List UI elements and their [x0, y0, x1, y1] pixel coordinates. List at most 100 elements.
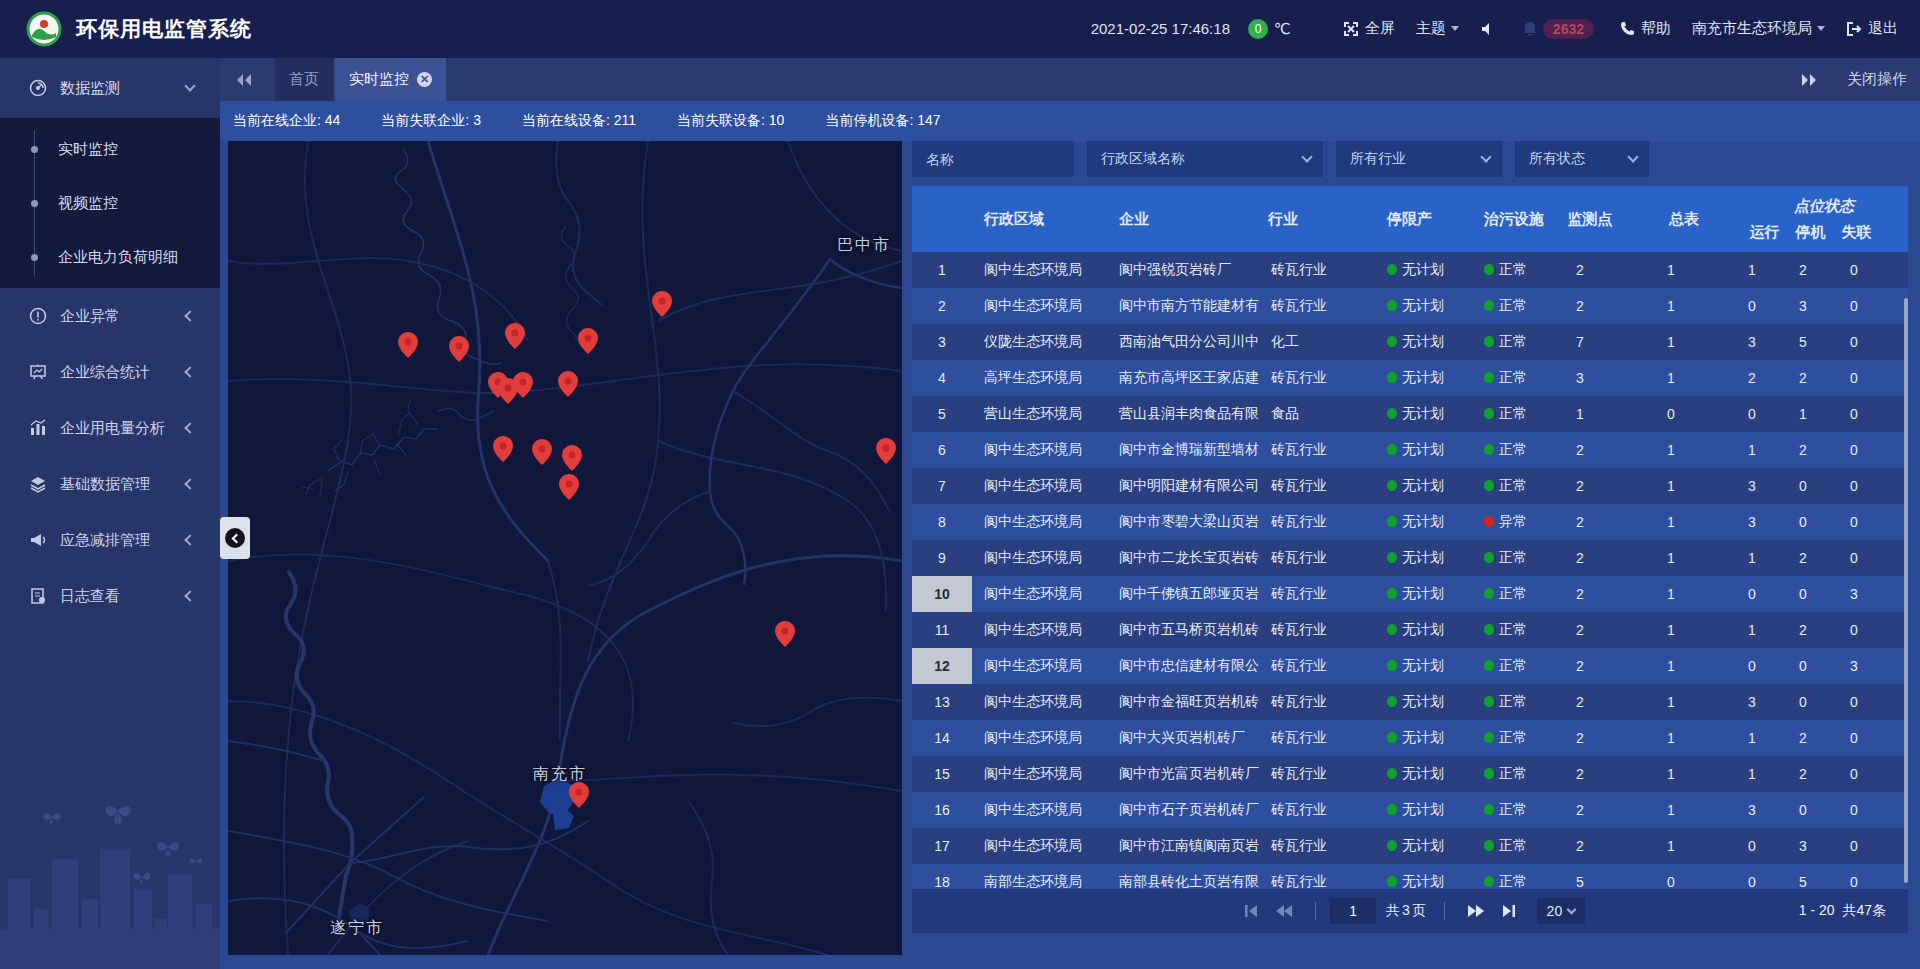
prev-page-button[interactable]	[1275, 904, 1293, 918]
map-pin-icon[interactable]	[532, 439, 552, 465]
table-row[interactable]: 2阆中生态环境局阆中市南方节能建材有砖瓦行业无计划正常21030	[912, 288, 1908, 324]
cell-limit: 无计划	[1375, 441, 1472, 459]
table-row[interactable]: 5营山生态环境局营山县润丰肉食品有限食品无计划正常10010	[912, 396, 1908, 432]
map-pin-icon[interactable]	[775, 621, 795, 647]
cell-region: 高坪生态环境局	[972, 369, 1107, 387]
table-row[interactable]: 17阆中生态环境局阆中市江南镇阆南页岩砖瓦行业无计划正常21030	[912, 828, 1908, 864]
sidebar-subitem-1[interactable]: 视频监控	[0, 176, 220, 230]
stats-bar: 当前在线企业: 44当前失联企业: 3当前在线设备: 211当前失联设备: 10…	[220, 101, 1920, 141]
collapse-arrow-icon	[225, 528, 245, 548]
map-pin-icon[interactable]	[449, 336, 469, 362]
cell-offline: 0	[1828, 478, 1880, 494]
close-operations[interactable]: 关闭操作	[1847, 70, 1907, 89]
table-row[interactable]: 4高坪生态环境局南充市高坪区王家店建砖瓦行业无计划正常31220	[912, 360, 1908, 396]
tabs-scroll-left-icon[interactable]	[235, 73, 253, 87]
cell-meter: 1	[1616, 766, 1726, 782]
cell-region: 营山生态环境局	[972, 405, 1107, 423]
table-row[interactable]: 3仪陇生态环境局西南油气田分公司川中化工无计划正常71350	[912, 324, 1908, 360]
sidebar-item-4[interactable]: 基础数据管理	[0, 456, 220, 512]
table-row[interactable]: 18南部生态环境局南部县砖化土页岩有限公砖瓦行业无计划正常50050	[912, 864, 1908, 889]
table-row[interactable]: 16阆中生态环境局阆中市石子页岩机砖厂砖瓦行业无计划正常21300	[912, 792, 1908, 828]
table-row[interactable]: 14阆中生态环境局阆中大兴页岩机砖厂砖瓦行业无计划正常21120	[912, 720, 1908, 756]
status-dot-green	[1484, 732, 1494, 743]
table-scrollbar[interactable]	[1904, 298, 1908, 883]
org-dropdown[interactable]: 南充市生态环境局	[1692, 19, 1825, 38]
map-collapse-button[interactable]	[220, 517, 250, 559]
cell-stopped: 2	[1778, 622, 1828, 638]
sidebar-item-5[interactable]: 应急减排管理	[0, 512, 220, 568]
table-row[interactable]: 15阆中生态环境局阆中市光富页岩机砖厂砖瓦行业无计划正常21120	[912, 756, 1908, 792]
sound-button[interactable]	[1480, 21, 1502, 37]
row-number: 5	[912, 396, 972, 432]
map-pin-icon[interactable]	[505, 323, 525, 349]
region-filter-select[interactable]: 行政区域名称	[1087, 141, 1323, 177]
notifications[interactable]: 2632	[1523, 19, 1594, 39]
table-row[interactable]: 13阆中生态环境局阆中市金福旺页岩机砖砖瓦行业无计划正常21300	[912, 684, 1908, 720]
map-pin-icon[interactable]	[876, 438, 896, 464]
sidebar-item-2[interactable]: 企业综合统计	[0, 344, 220, 400]
page-size-select[interactable]: 20	[1537, 898, 1585, 924]
table-row[interactable]: 8阆中生态环境局阆中市枣碧大梁山页岩砖瓦行业无计划异常21300	[912, 504, 1908, 540]
row-number: 8	[912, 504, 972, 540]
tab-home[interactable]: 首页	[275, 58, 333, 101]
table-row[interactable]: 9阆中生态环境局阆中市二龙长宝页岩砖砖瓦行业无计划正常21120	[912, 540, 1908, 576]
status-filter-select[interactable]: 所有状态	[1515, 141, 1649, 177]
map-pin-icon[interactable]	[398, 332, 418, 358]
map-pin-icon[interactable]	[569, 782, 589, 808]
cell-meter: 0	[1616, 406, 1726, 422]
table-row[interactable]: 6阆中生态环境局阆中市金博瑞新型墙材砖瓦行业无计划正常21120	[912, 432, 1908, 468]
status-dot-green	[1387, 480, 1397, 491]
cell-industry: 砖瓦行业	[1259, 549, 1375, 567]
table-row[interactable]: 1阆中生态环境局阆中强锐页岩砖厂砖瓦行业无计划正常21120	[912, 252, 1908, 288]
map-pin-icon[interactable]	[513, 372, 533, 398]
tab-close-icon[interactable]: ✕	[417, 72, 432, 87]
last-page-button[interactable]	[1501, 904, 1517, 918]
map-pin-icon[interactable]	[493, 436, 513, 462]
theme-dropdown[interactable]: 主题	[1416, 19, 1459, 38]
sidebar-item-6[interactable]: 日志查看	[0, 568, 220, 624]
cell-offline: 0	[1828, 694, 1880, 710]
fullscreen-button[interactable]: 全屏	[1343, 19, 1395, 38]
col-monitor: 监测点	[1544, 186, 1616, 252]
first-page-button[interactable]	[1243, 904, 1259, 918]
table-row[interactable]: 10阆中生态环境局阆中千佛镇五郎垭页岩砖瓦行业无计划正常21003	[912, 576, 1908, 612]
help-button[interactable]: 帮助	[1620, 19, 1671, 38]
status-dot-green	[1387, 768, 1397, 779]
logout-icon	[1846, 21, 1862, 37]
page-number-input[interactable]	[1330, 898, 1376, 924]
sidebar-item-3[interactable]: 企业用电量分析	[0, 400, 220, 456]
cell-running: 0	[1726, 874, 1778, 889]
cell-offline: 0	[1828, 262, 1880, 278]
sidebar-item-0[interactable]: 数据监测	[0, 58, 220, 118]
cell-company: 阆中市南方节能建材有	[1107, 297, 1259, 315]
table-row[interactable]: 7阆中生态环境局阆中明阳建材有限公司砖瓦行业无计划正常21300	[912, 468, 1908, 504]
table-row[interactable]: 11阆中生态环境局阆中市五马桥页岩机砖砖瓦行业无计划正常21120	[912, 612, 1908, 648]
map-pin-icon[interactable]	[652, 291, 672, 317]
sidebar-subitem-2[interactable]: 企业电力负荷明细	[0, 230, 220, 284]
cell-limit: 无计划	[1375, 369, 1472, 387]
tab-realtime-monitor[interactable]: 实时监控 ✕	[335, 58, 446, 101]
map-pin-icon[interactable]	[562, 445, 582, 471]
cell-running: 0	[1726, 658, 1778, 674]
cell-limit: 无计划	[1375, 729, 1472, 747]
table-row[interactable]: 12阆中生态环境局阆中市忠信建材有限公砖瓦行业无计划正常21003	[912, 648, 1908, 684]
status-dot-green	[1387, 444, 1397, 455]
chevron-down-icon	[1567, 905, 1577, 915]
name-filter-input[interactable]	[912, 141, 1074, 177]
stat-item-4: 当前停机设备: 147	[825, 112, 940, 130]
industry-filter-select[interactable]: 所有行业	[1336, 141, 1502, 177]
map-pin-icon[interactable]	[578, 328, 598, 354]
cell-region: 阆中生态环境局	[972, 837, 1107, 855]
map-panel[interactable]: 巴中市南充市遂宁市	[228, 141, 902, 955]
sidebar-subitem-0[interactable]: 实时监控	[0, 122, 220, 176]
map-pin-icon[interactable]	[559, 474, 579, 500]
sidebar-item-1[interactable]: 企业异常	[0, 288, 220, 344]
col-company: 企业	[1107, 186, 1256, 252]
map-pin-icon[interactable]	[558, 371, 578, 397]
next-page-button[interactable]	[1467, 904, 1485, 918]
tabs-scroll-right-icon[interactable]	[1800, 73, 1818, 87]
cell-monitor: 2	[1544, 658, 1616, 674]
cell-region: 阆中生态环境局	[972, 585, 1107, 603]
logout-button[interactable]: 退出	[1846, 19, 1898, 38]
sidebar-item-label: 企业综合统计	[60, 363, 150, 382]
